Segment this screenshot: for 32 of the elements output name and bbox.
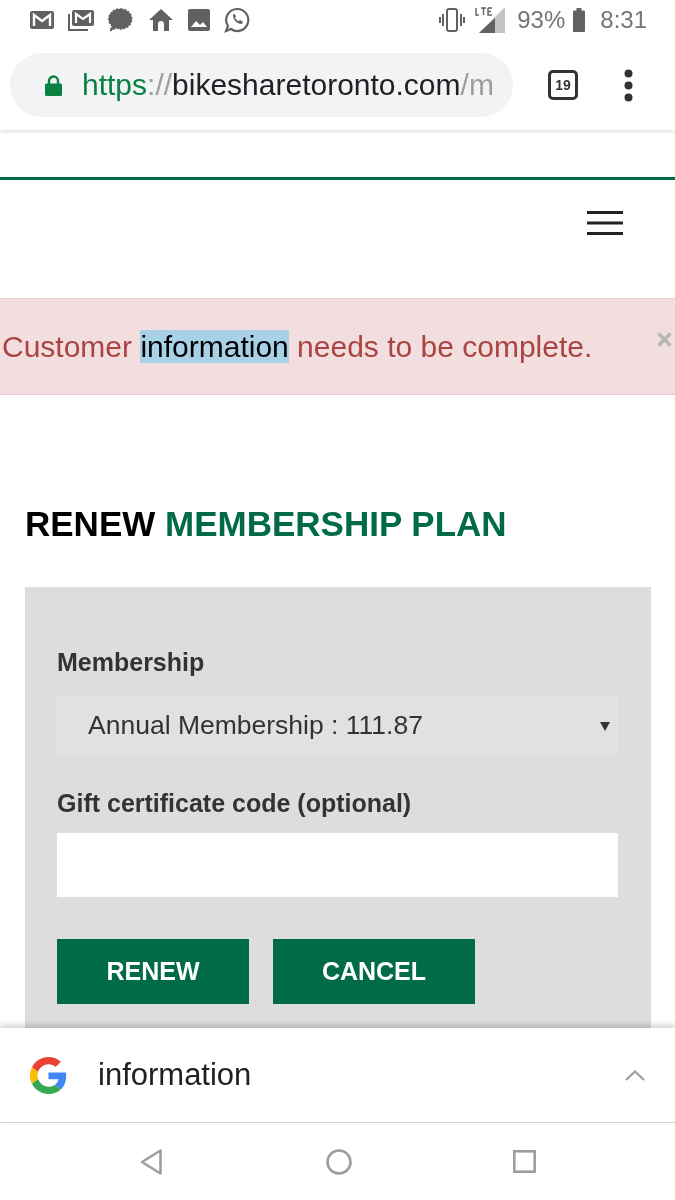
tab-switcher-button[interactable]: 19 [548,70,578,100]
stacked-mail-icon [68,9,94,31]
chat-bubble-icon [108,7,134,33]
cancel-button[interactable]: CANCEL [273,939,475,1004]
house-icon [148,8,174,32]
phone-chat-icon [224,7,250,33]
lte-signal-icon [475,7,506,33]
address-bar[interactable]: https://bikesharetoronto.com/m [10,53,513,117]
membership-select[interactable]: Annual Membership : 111.87 [57,695,618,757]
contextual-search-bar[interactable]: information [0,1028,675,1122]
text-input[interactable] [57,833,618,897]
menu-icon[interactable] [587,211,623,235]
alert-message: Customer information needs to be complete. [2,328,593,365]
clock-time: 8:31 [600,5,647,35]
field-label: Gift certificate code (optional) [57,788,413,818]
back-icon[interactable] [140,1148,162,1175]
battery-percentage: 93% [517,5,566,35]
renew-button[interactable]: RENEW [57,939,249,1004]
close-icon[interactable] [657,332,672,347]
image-icon [188,9,210,31]
caret-icon [600,721,610,731]
google-logo-icon [30,1056,67,1094]
search-term: information [98,1056,252,1094]
mail-icon [30,10,54,30]
home-icon[interactable] [326,1148,352,1175]
field-label: Membership [57,647,206,677]
chevron-up-icon[interactable] [625,1069,645,1081]
battery-icon [573,8,586,32]
page-heading: RENEW MEMBERSHIP PLAN [24,503,508,545]
overflow-menu-icon[interactable] [624,68,633,102]
recent-apps-icon[interactable] [513,1150,536,1173]
vibrate-icon [439,8,466,32]
